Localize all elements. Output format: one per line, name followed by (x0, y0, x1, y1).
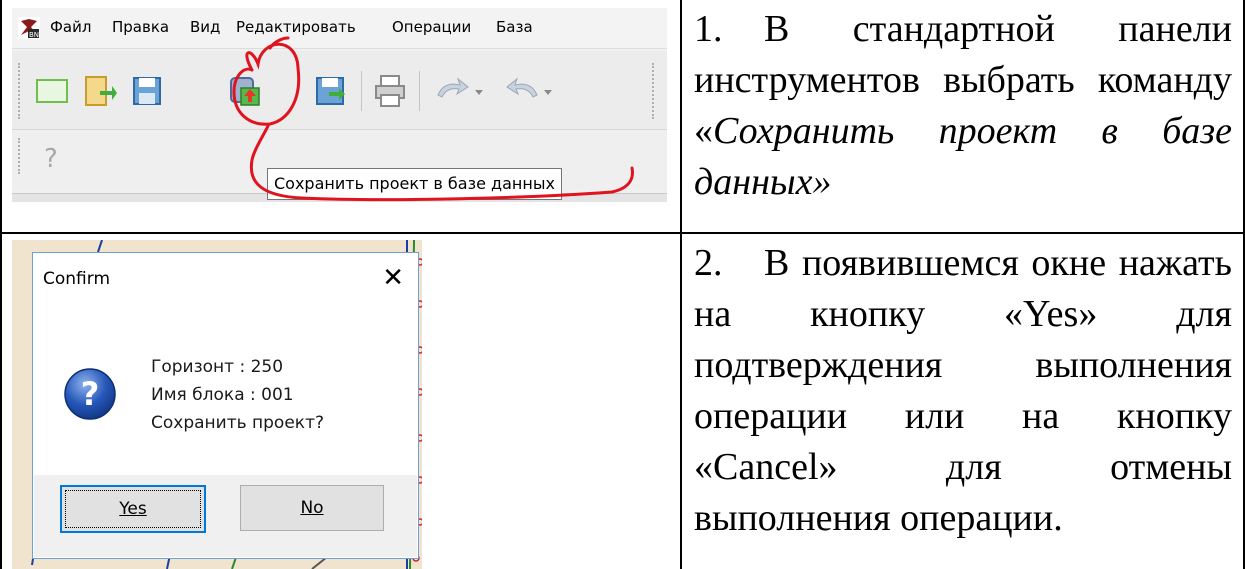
table-divider-vertical (680, 0, 682, 569)
focus-rect (65, 490, 201, 528)
dialog-title-bar[interactable]: Confirm ✕ (33, 253, 418, 305)
no-button[interactable]: No (240, 485, 384, 531)
yes-button[interactable]: Yes (60, 485, 206, 533)
step-2-instruction: 2. В появившемся окне нажать на кнопку «Y… (694, 238, 1232, 544)
step-2-text: В появившемся окне нажать на кнопку «Yes… (694, 242, 1232, 539)
dialog-title: Confirm (43, 269, 111, 289)
dialog-line-question: Сохранить проект? (151, 413, 324, 433)
close-icon[interactable]: ✕ (382, 263, 404, 293)
no-button-label: No (300, 498, 324, 518)
svg-text:?: ? (81, 375, 100, 413)
dialog-line-horizon: Горизонт : 250 (151, 357, 284, 377)
confirm-dialog-screenshot: Confirm ✕ ? Горизонт : 250 Имя блока : 0… (12, 240, 422, 569)
dialog-line-block-name: Имя блока : 001 (151, 385, 294, 405)
step-1-number: 1. (694, 8, 723, 50)
step-1-instruction: 1. В стандартной панели инструментов выбр… (694, 4, 1232, 208)
question-icon: ? (64, 368, 116, 420)
table-border-left (0, 0, 2, 569)
dialog-body: ? Горизонт : 250 Имя блока : 001 Сохрани… (33, 305, 418, 475)
table-divider-horizontal (0, 232, 1245, 234)
toolbar-screenshot: BN Файл Правка Вид Редактировать Операци… (12, 8, 667, 202)
confirm-dialog: Confirm ✕ ? Горизонт : 250 Имя блока : 0… (32, 252, 419, 559)
step-2-number: 2. (694, 242, 723, 284)
step-1-command-name: Сохранить проект в базе данных» (694, 110, 1232, 203)
red-highlight-annotation (232, 36, 634, 202)
